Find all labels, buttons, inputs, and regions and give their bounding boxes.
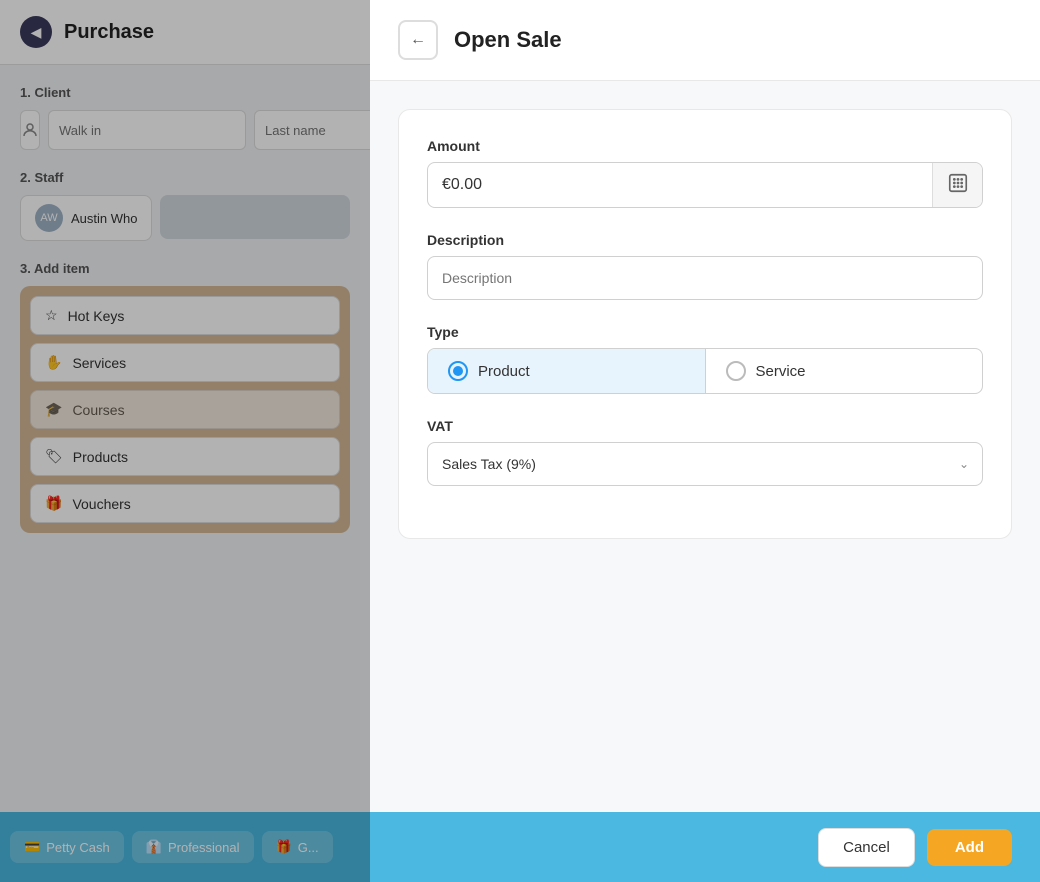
amount-label: Amount	[427, 138, 983, 154]
amount-input-wrapper	[427, 162, 983, 208]
product-radio-label: Product	[478, 363, 530, 380]
description-group: Description	[427, 232, 983, 300]
modal-back-button[interactable]: ←	[398, 20, 438, 60]
type-group: Type Product Service	[427, 324, 983, 394]
modal-footer: Cancel Add	[370, 812, 1040, 882]
modal-header: ← Open Sale	[370, 0, 1040, 81]
add-button[interactable]: Add	[927, 829, 1012, 866]
cancel-button[interactable]: Cancel	[818, 828, 915, 867]
type-radio-group: Product Service	[427, 348, 983, 394]
vat-select[interactable]: Sales Tax (9%) No Tax Tax 20%	[427, 442, 983, 486]
vat-group: VAT Sales Tax (9%) No Tax Tax 20% ⌄	[427, 418, 983, 486]
amount-input[interactable]	[428, 163, 932, 207]
service-radio-label: Service	[756, 363, 806, 380]
modal-title: Open Sale	[454, 27, 562, 53]
type-product-option[interactable]: Product	[428, 349, 706, 393]
vat-label: VAT	[427, 418, 983, 434]
description-input[interactable]	[427, 256, 983, 300]
modal-body: Amount	[370, 81, 1040, 812]
calculator-button[interactable]	[932, 163, 982, 207]
type-label: Type	[427, 324, 983, 340]
amount-group: Amount	[427, 138, 983, 208]
product-radio-circle	[448, 361, 468, 381]
type-service-option[interactable]: Service	[706, 349, 983, 393]
calculator-icon	[947, 172, 969, 199]
service-radio-circle	[726, 361, 746, 381]
description-label: Description	[427, 232, 983, 248]
vat-select-wrapper: Sales Tax (9%) No Tax Tax 20% ⌄	[427, 442, 983, 486]
open-sale-form: Amount	[398, 109, 1012, 539]
open-sale-modal: ← Open Sale Amount	[370, 0, 1040, 882]
back-arrow-icon: ←	[410, 31, 426, 49]
